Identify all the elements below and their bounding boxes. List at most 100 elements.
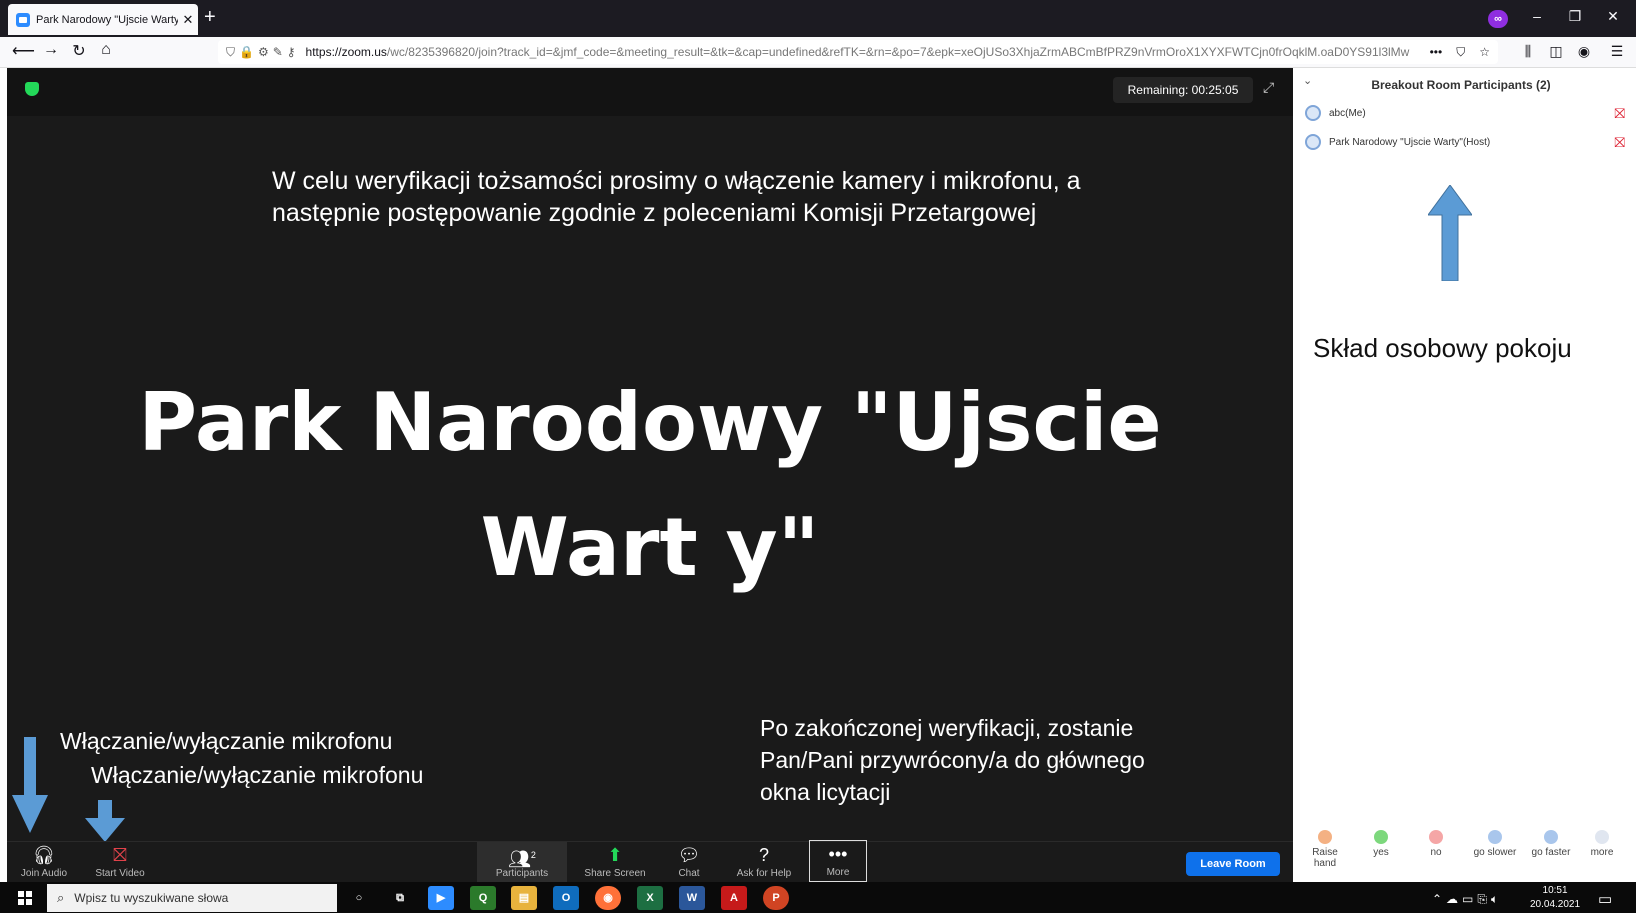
tab-close-icon[interactable]: ✕	[178, 12, 198, 28]
site-security-icons[interactable]: ⛉🔒⚙✎⚷	[226, 45, 300, 60]
more-dots-icon	[1595, 830, 1609, 844]
pocket-icon[interactable]: ⛉	[1456, 45, 1465, 60]
back-icon[interactable]: ⟵	[12, 41, 35, 61]
video-off-icon: ⛝	[1614, 104, 1625, 121]
url-text: https://zoom.us/wc/8235396820/join?track…	[305, 45, 1410, 59]
avatar	[1305, 105, 1321, 121]
verification-note: W celu weryfikacji tożsamości prosimy o …	[272, 167, 1081, 227]
more-label: More	[826, 867, 850, 878]
video-annotation: Włączanie/wyłączanie mikrofonu	[91, 762, 424, 788]
headphones-icon: 🎧︎	[32, 845, 56, 865]
check-icon	[1374, 830, 1388, 844]
yes-button[interactable]: yes	[1357, 830, 1405, 858]
mic-annotation: Włączanie/wyłączanie mikrofonu	[60, 728, 393, 754]
meeting-top-bar	[7, 68, 1293, 116]
taskbar-clock[interactable]: 10:51 20.04.2021	[1530, 884, 1580, 912]
participant-row[interactable]: abc(Me) ⛝	[1305, 101, 1625, 125]
private-browsing-icon: ∞	[1488, 10, 1508, 28]
zoom-favicon-icon	[16, 12, 30, 27]
account-icon[interactable]: ◉	[1573, 43, 1595, 60]
participants-icon: 👥︎2	[508, 849, 536, 869]
join-audio-button[interactable]: 🎧︎ Join Audio	[14, 842, 74, 882]
library-icon[interactable]: ⫼	[1517, 43, 1539, 60]
go-slower-label: go slower	[1473, 847, 1517, 858]
acrobat-app-icon[interactable]: A	[721, 886, 747, 910]
more-button[interactable]: ••• More	[809, 840, 867, 882]
help-icon: ?	[758, 845, 769, 865]
participant-name: abc(Me)	[1329, 107, 1366, 119]
arrow-down-icon	[85, 800, 125, 842]
return-note: Po zakończonej weryfikacji, zostanie Pan…	[760, 715, 1145, 805]
avatar	[1305, 134, 1321, 150]
powerpoint-app-icon[interactable]: P	[763, 886, 789, 910]
participant-row[interactable]: Park Narodowy "Ujscie Warty"(Host) ⛝	[1305, 130, 1625, 154]
outlook-app-icon[interactable]: O	[553, 886, 579, 910]
more-dots-icon: •••	[828, 844, 848, 864]
qgis-app-icon[interactable]: Q	[470, 886, 496, 910]
restore-icon[interactable]: ❐	[1560, 8, 1590, 25]
video-off-icon: ⛝	[1614, 133, 1625, 150]
go-faster-button[interactable]: go faster	[1522, 830, 1580, 858]
window-close-icon[interactable]: ✕	[1598, 8, 1628, 25]
go-faster-label: go faster	[1531, 847, 1571, 858]
menu-icon[interactable]: ☰	[1606, 43, 1628, 60]
browser-tab[interactable]: Park Narodowy "Ujscie Warty" ✕	[8, 4, 198, 35]
arrow-down-icon	[12, 737, 48, 833]
yes-label: yes	[1373, 847, 1389, 858]
system-tray-icons[interactable]: ⌃☁▭⎘🔈︎	[1432, 892, 1502, 907]
fullscreen-icon[interactable]: ⤢	[1263, 79, 1274, 96]
word-app-icon[interactable]: W	[679, 886, 705, 910]
firefox-app-icon[interactable]: ◉	[595, 886, 621, 910]
bookmark-star-icon[interactable]: ☆	[1479, 45, 1490, 59]
tab-title: Park Narodowy "Ujscie Warty"	[36, 13, 178, 26]
taskbar-search-input[interactable]: ⌕ Wpisz tu wyszukiwane słowa	[47, 884, 337, 912]
chat-icon: 💬︎	[677, 845, 701, 865]
ask-for-help-label: Ask for Help	[736, 868, 792, 879]
notifications-icon[interactable]: ▭	[1598, 890, 1612, 908]
task-view-icon[interactable]: ⧉	[387, 886, 413, 910]
file-explorer-icon[interactable]: ▤	[511, 886, 537, 910]
url-bar[interactable]: ⛉🔒⚙✎⚷ https://zoom.us/wc/8235396820/join…	[218, 40, 1498, 64]
home-icon[interactable]: ⌂	[95, 41, 117, 59]
share-screen-icon: ⬆	[607, 845, 623, 865]
share-screen-button[interactable]: ⬆ Share Screen	[577, 842, 653, 882]
participants-count: 2	[530, 850, 536, 860]
participant-name: Park Narodowy "Ujscie Warty"(Host)	[1329, 136, 1491, 148]
search-placeholder: Wpisz tu wyszukiwane słowa	[74, 891, 229, 905]
zoom-app-icon[interactable]: ▶	[428, 886, 454, 910]
panel-title: Breakout Room Participants (2)	[1371, 78, 1551, 92]
reload-icon[interactable]: ↻	[68, 41, 90, 61]
more-reactions-button[interactable]: more	[1578, 830, 1626, 858]
no-button[interactable]: no	[1412, 830, 1460, 858]
clock-date: 20.04.2021	[1530, 899, 1581, 910]
new-tab-icon[interactable]: +	[204, 6, 216, 29]
security-shield-icon[interactable]	[25, 82, 39, 96]
arrow-up-icon	[1428, 185, 1472, 281]
raise-hand-icon	[1318, 830, 1332, 844]
ask-for-help-button[interactable]: ? Ask for Help	[730, 842, 798, 882]
cortana-icon[interactable]: ○	[346, 886, 372, 910]
excel-app-icon[interactable]: X	[637, 886, 663, 910]
share-screen-label: Share Screen	[584, 868, 646, 879]
search-icon: ⌕	[57, 890, 65, 905]
minimize-icon[interactable]: –	[1522, 8, 1552, 24]
go-slower-button[interactable]: go slower	[1466, 830, 1524, 858]
start-video-label: Start Video	[95, 868, 145, 879]
join-audio-label: Join Audio	[20, 868, 68, 879]
chat-button[interactable]: 💬︎ Chat	[667, 842, 711, 882]
raise-hand-button[interactable]: Raise hand	[1301, 830, 1349, 869]
room-members-annotation: Skład osobowy pokoju	[1313, 333, 1572, 363]
leave-room-button[interactable]: Leave Room	[1186, 852, 1280, 876]
host-display-name: Park Narodowy "Ujscie Wart y"	[138, 376, 1162, 594]
sidebar-icon[interactable]: ◫	[1545, 43, 1567, 60]
start-video-button[interactable]: ⛝ Start Video	[88, 842, 152, 882]
more-reactions-label: more	[1590, 847, 1614, 858]
fast-forward-icon	[1544, 830, 1558, 844]
browser-tab-bar	[0, 0, 1636, 37]
forward-icon[interactable]: →	[40, 41, 62, 59]
participants-button[interactable]: 👥︎2 Participants	[477, 842, 567, 882]
chat-label: Chat	[678, 868, 700, 879]
windows-start-icon[interactable]	[18, 891, 32, 905]
page-actions-icon[interactable]: •••	[1430, 45, 1443, 59]
rewind-icon	[1488, 830, 1502, 844]
